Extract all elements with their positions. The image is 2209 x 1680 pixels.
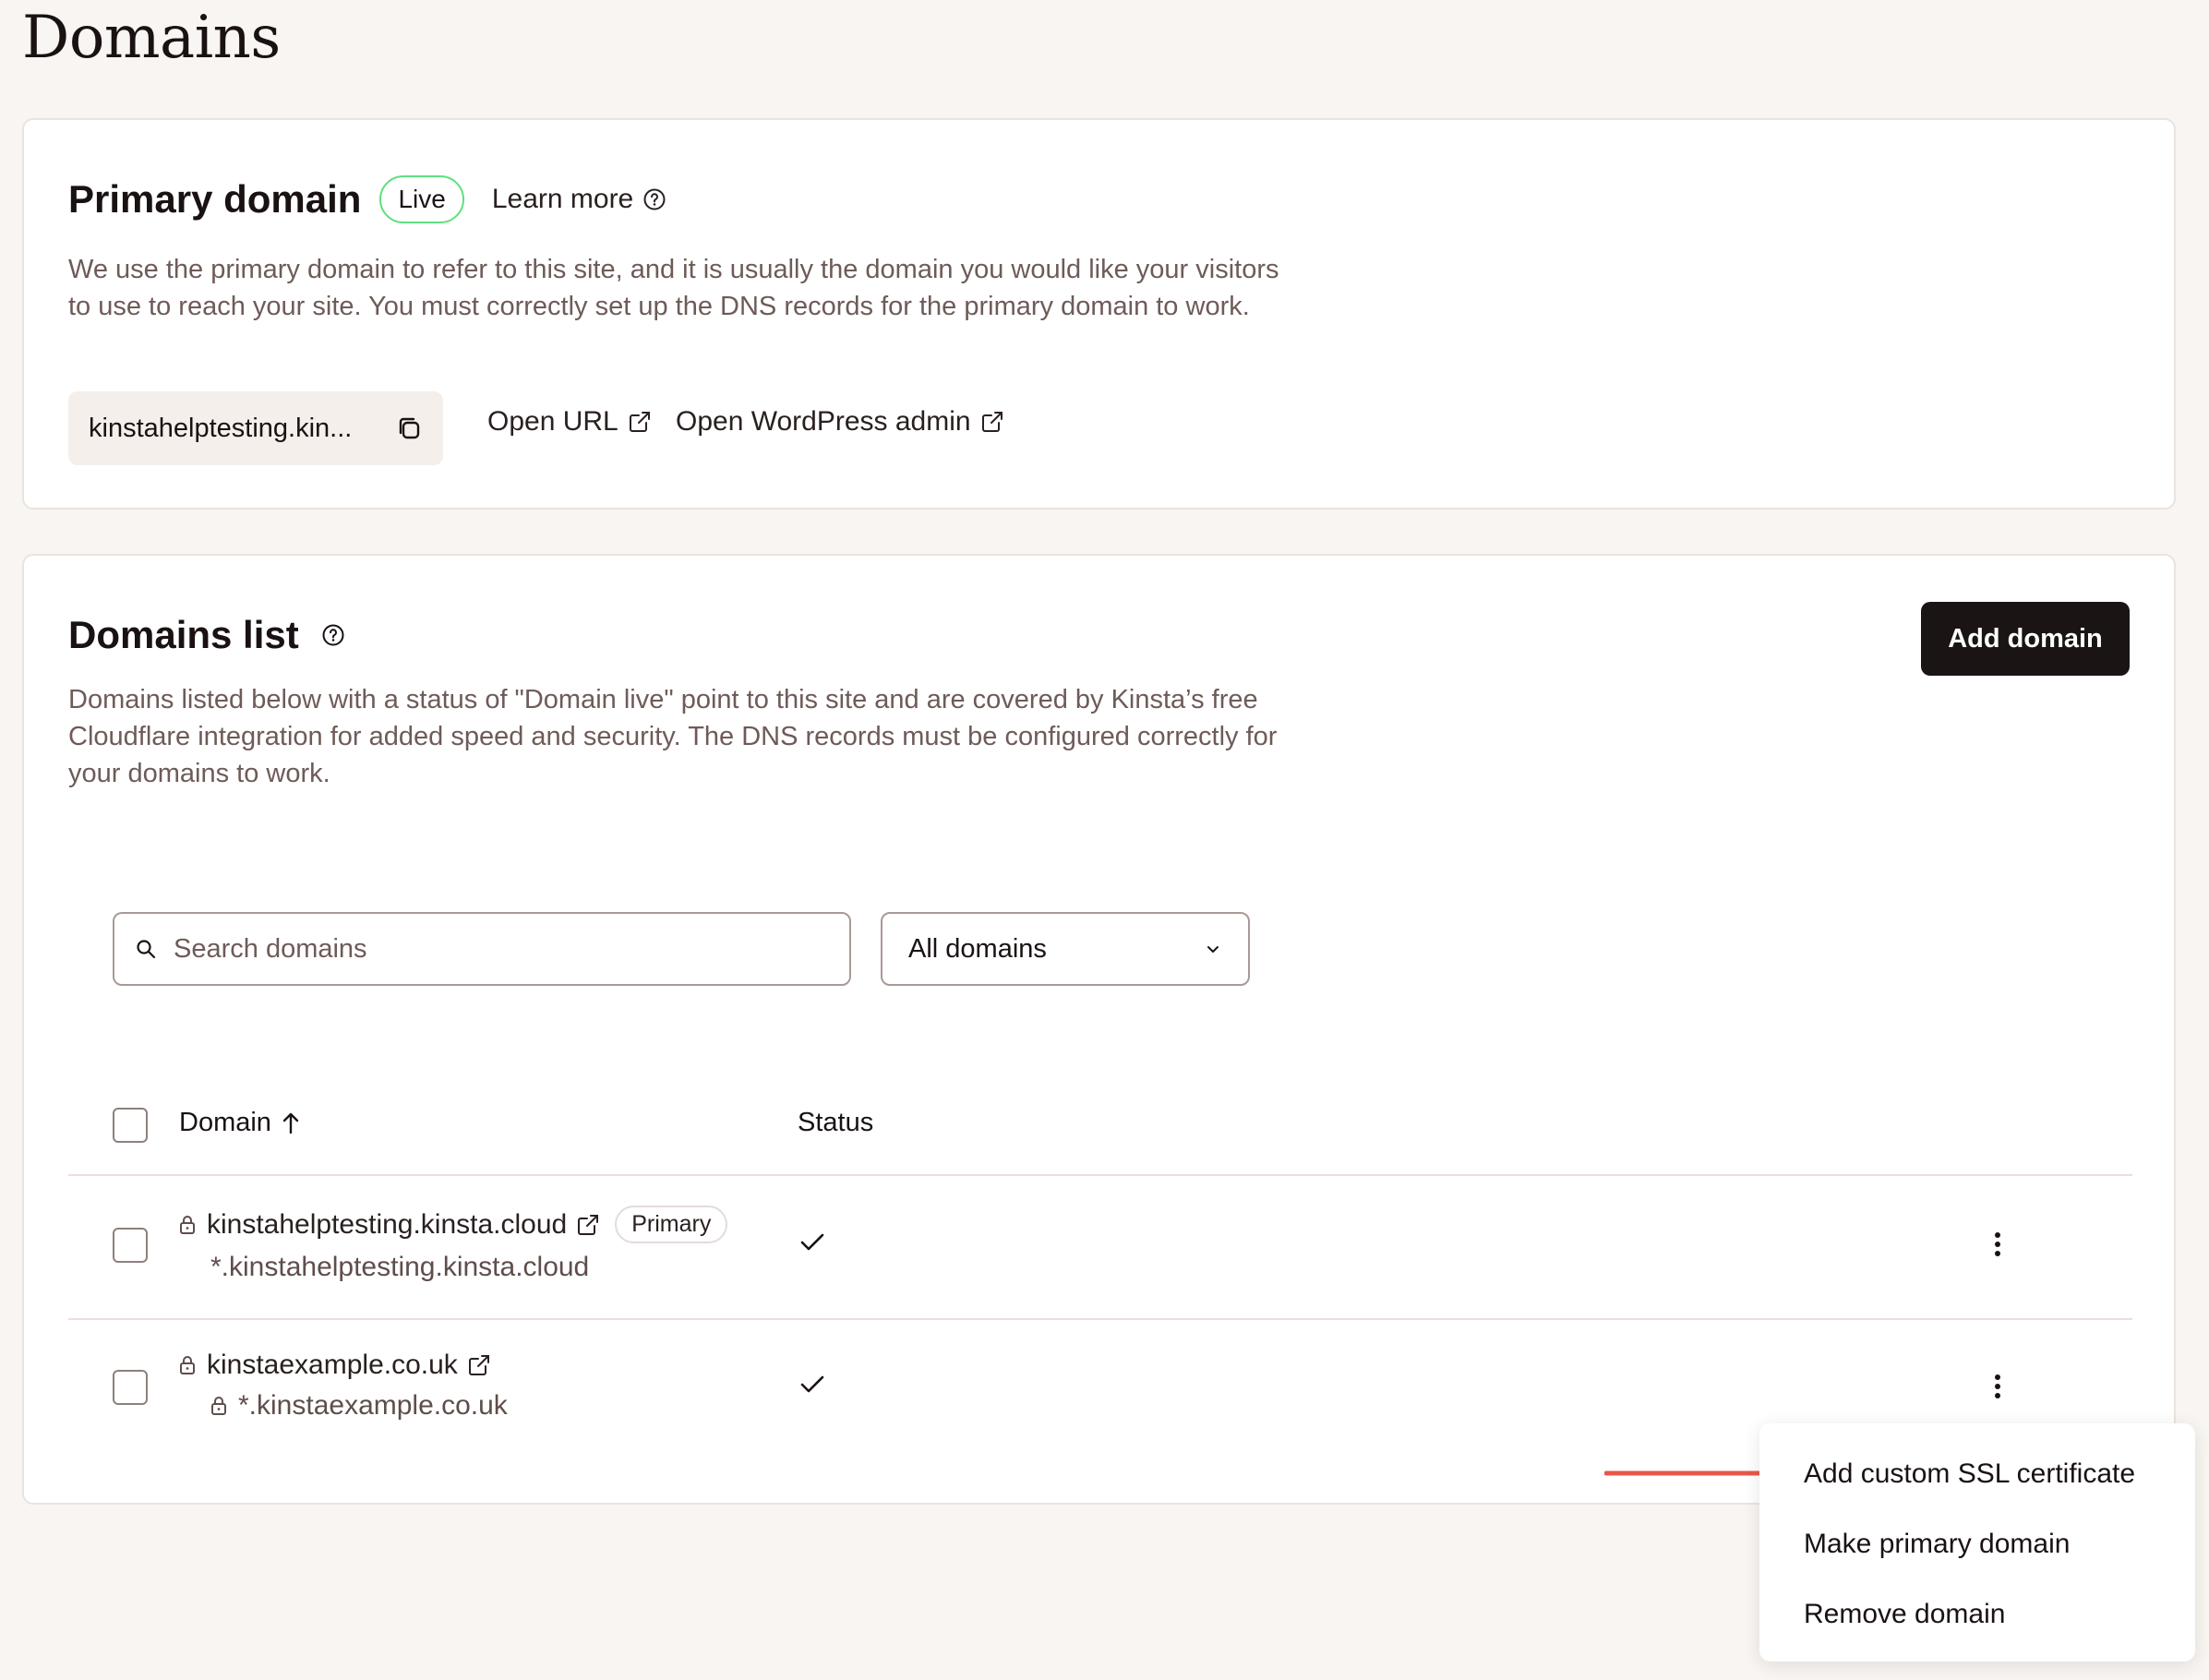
lock-icon — [210, 1396, 227, 1416]
select-all-checkbox[interactable] — [113, 1108, 148, 1143]
search-domains-field[interactable] — [113, 912, 851, 986]
live-status-badge: Live — [379, 175, 464, 223]
help-icon — [642, 187, 666, 211]
wildcard-domain-name: *.kinstahelptesting.kinsta.cloud — [210, 1252, 590, 1282]
page-title: Domains — [22, 4, 281, 72]
search-icon — [135, 938, 157, 960]
row-actions-menu-button[interactable] — [1979, 1226, 2016, 1263]
wildcard-domain: *.kinstahelptesting.kinsta.cloud — [210, 1252, 589, 1283]
check-icon — [799, 1231, 825, 1258]
domain-column-label: Domain — [179, 1108, 271, 1137]
table-row-domain: kinstaexample.co.uk — [179, 1350, 491, 1381]
check-icon — [799, 1374, 825, 1400]
external-link-icon — [981, 412, 1002, 432]
domain-filter-value: All domains — [908, 933, 1047, 964]
domains-list-description: Domains listed below with a status of "D… — [68, 685, 1278, 788]
more-vertical-icon — [1995, 1232, 2000, 1256]
learn-more-label: Learn more — [491, 184, 634, 214]
chevron-down-icon — [1204, 940, 1222, 958]
more-vertical-icon — [1995, 1374, 2000, 1398]
open-url-link[interactable]: Open URL — [487, 406, 652, 438]
open-wp-admin-label: Open WordPress admin — [676, 406, 971, 437]
table-row-domain: kinstahelptesting.kinsta.cloud Primary — [179, 1206, 728, 1243]
copy-icon[interactable] — [395, 414, 423, 442]
external-link-icon — [629, 412, 650, 432]
primary-url-text: kinstahelptesting.kin... — [89, 413, 353, 443]
external-link-icon[interactable] — [467, 1353, 491, 1377]
primary-domain-heading-row: Primary domain Live Learn more — [68, 175, 666, 223]
wildcard-domain-name: *.kinstaexample.co.uk — [238, 1390, 508, 1421]
add-ssl-certificate-menu-item[interactable]: Add custom SSL certificate — [1804, 1458, 2135, 1490]
open-url-label: Open URL — [487, 406, 618, 437]
domains-list-heading-row: Domains list — [68, 613, 345, 657]
primary-domain-heading: Primary domain — [68, 177, 362, 221]
external-link-icon[interactable] — [576, 1213, 600, 1237]
search-input[interactable] — [172, 932, 822, 966]
row-checkbox[interactable] — [113, 1370, 148, 1405]
row-actions-dropdown: Add custom SSL certificate Make primary … — [1759, 1423, 2195, 1662]
remove-domain-menu-item[interactable]: Remove domain — [1804, 1599, 2005, 1630]
row-checkbox[interactable] — [113, 1228, 148, 1263]
wildcard-domain: *.kinstaexample.co.uk — [210, 1390, 508, 1422]
primary-url-chip: kinstahelptesting.kin... — [68, 391, 443, 465]
primary-domain-card: Primary domain Live Learn more We use th… — [22, 118, 2176, 510]
domain-filter-select[interactable]: All domains — [881, 912, 1250, 986]
learn-more-link[interactable]: Learn more — [492, 184, 666, 215]
domains-list-heading: Domains list — [68, 613, 299, 656]
lock-icon — [179, 1215, 196, 1235]
open-wp-admin-link[interactable]: Open WordPress admin — [676, 406, 1004, 438]
add-domain-button[interactable]: Add domain — [1921, 602, 2130, 676]
primary-badge: Primary — [615, 1206, 728, 1243]
row-actions-menu-button[interactable] — [1979, 1368, 2016, 1405]
domain-name[interactable]: kinstahelptesting.kinsta.cloud — [207, 1209, 567, 1241]
primary-domain-description: We use the primary domain to refer to th… — [68, 255, 1279, 321]
domain-column-header[interactable]: Domain — [179, 1108, 301, 1138]
row-divider — [68, 1318, 2132, 1320]
status-column-header: Status — [798, 1108, 874, 1137]
help-icon[interactable] — [321, 623, 345, 647]
domain-name[interactable]: kinstaexample.co.uk — [207, 1350, 458, 1381]
make-primary-domain-menu-item[interactable]: Make primary domain — [1804, 1529, 2070, 1560]
sort-ascending-icon — [281, 1111, 301, 1135]
row-divider — [68, 1174, 2132, 1176]
lock-icon — [179, 1355, 196, 1375]
domains-list-card: Domains list Add domain Domains listed b… — [22, 554, 2176, 1505]
